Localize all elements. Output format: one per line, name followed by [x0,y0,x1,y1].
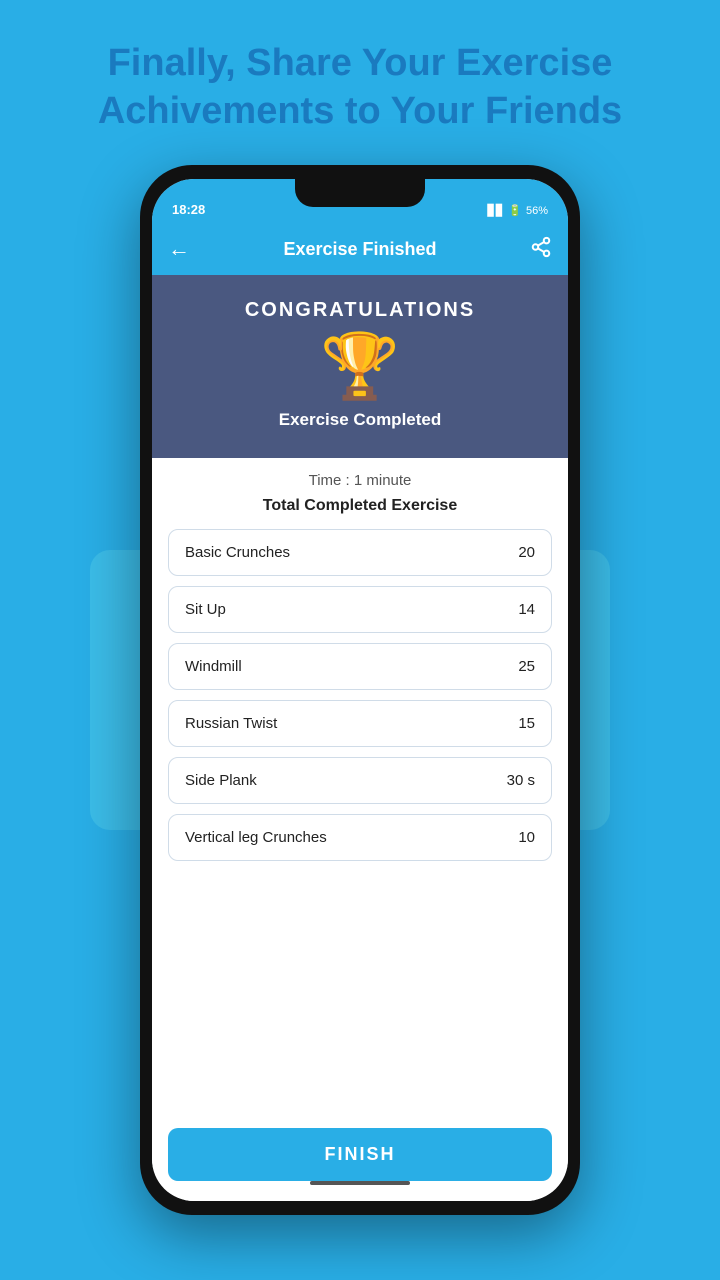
back-button[interactable]: ← [168,236,200,262]
exercise-count: 25 [518,658,535,675]
phone-screen: 18:28 ▊▊ 🔋 56% ← Exercise Finished [152,179,568,1201]
battery-percent: 56% [526,205,548,217]
exercise-count: 14 [518,601,535,618]
share-button[interactable] [520,236,552,263]
exercise-item: Vertical leg Crunches 10 [168,814,552,861]
exercise-item: Sit Up 14 [168,586,552,633]
status-time: 18:28 [172,202,205,217]
phone-outer: 18:28 ▊▊ 🔋 56% ← Exercise Finished [140,165,580,1215]
exercise-name: Sit Up [185,601,226,618]
exercise-item: Russian Twist 15 [168,700,552,747]
app-bar-title: Exercise Finished [200,239,520,260]
exercise-item: Side Plank 30 s [168,757,552,804]
content-area: CONGRATULATIONS 🏆 Exercise Completed Tim… [152,275,568,1201]
exercise-count: 15 [518,715,535,732]
exercise-item: Basic Crunches 20 [168,529,552,576]
phone-notch [295,179,425,207]
signal-icon: ▊▊ [487,204,504,217]
exercise-name: Vertical leg Crunches [185,829,327,846]
status-icons: ▊▊ 🔋 56% [487,204,548,217]
white-content: Time : 1 minute Total Completed Exercise… [152,458,568,1201]
exercise-count: 30 s [507,772,535,789]
congrats-label: CONGRATULATIONS [245,299,475,322]
finish-button[interactable]: FINISH [168,1128,552,1181]
phone-mockup: 18:28 ▊▊ 🔋 56% ← Exercise Finished [140,165,580,1215]
total-completed-label: Total Completed Exercise [168,497,552,515]
exercise-name: Basic Crunches [185,544,290,561]
app-bar: ← Exercise Finished [152,223,568,275]
exercise-item: Windmill 25 [168,643,552,690]
exercise-count: 20 [518,544,535,561]
trophy-icon: 🏆 [320,334,400,398]
battery-icon: 🔋 [508,204,522,217]
exercise-count: 10 [518,829,535,846]
page-title: Finally, Share Your Exercise Achivements… [58,40,662,135]
exercise-name: Russian Twist [185,715,277,732]
exercise-name: Side Plank [185,772,257,789]
exercise-name: Windmill [185,658,242,675]
congrats-header: CONGRATULATIONS 🏆 Exercise Completed [152,275,568,458]
time-label: Time : 1 minute [168,458,552,497]
exercise-list: Basic Crunches 20 Sit Up 14 Windmill 25 Russia… [168,529,552,1112]
phone-home-bar [310,1181,410,1185]
exercise-completed-label: Exercise Completed [279,410,442,430]
